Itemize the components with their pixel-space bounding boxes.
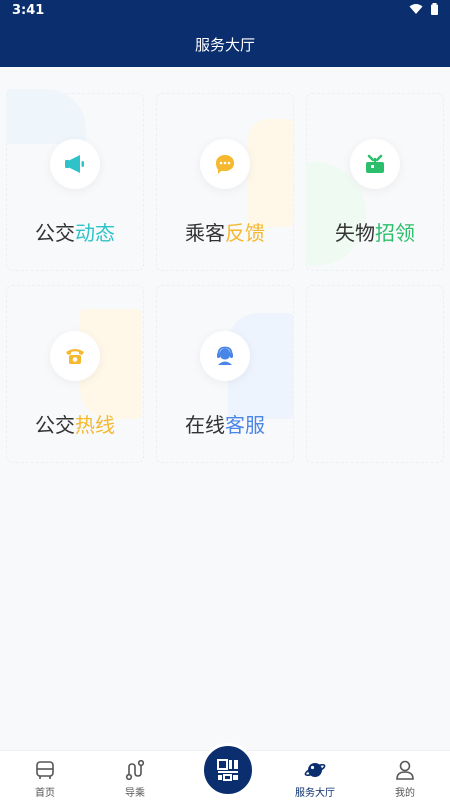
planet-icon — [304, 763, 326, 777]
chat-bubble-icon — [200, 139, 250, 189]
service-grid: 公交动态 乘客反馈 失物招领 公交热线 在线客服 — [0, 67, 450, 750]
tile-background — [306, 285, 444, 463]
page-title: 服务大厅 — [194, 36, 255, 54]
service-label: 失物招领 — [300, 217, 450, 246]
megaphone-icon — [50, 139, 100, 189]
telephone-icon — [50, 331, 100, 381]
service-label: 在线客服 — [150, 409, 300, 438]
qr-scan-button[interactable] — [201, 743, 255, 797]
bottom-nav: 首页 导乘 服务大厅 我的 — [0, 743, 450, 802]
nav-home[interactable]: 首页 — [10, 759, 80, 799]
label-accent: 反馈 — [225, 221, 265, 245]
status-bar: 3:41 — [0, 0, 450, 22]
label-plain: 公交 — [35, 221, 75, 245]
customer-service-icon — [200, 331, 250, 381]
route-icon — [125, 759, 145, 781]
label-accent: 客服 — [225, 413, 265, 437]
empty-tile — [300, 279, 450, 469]
label-accent: 热线 — [75, 413, 115, 437]
nav-profile[interactable]: 我的 — [370, 759, 440, 799]
service-lost-and-found[interactable]: 失物招领 — [300, 87, 450, 277]
tile-decoration — [248, 119, 293, 227]
bus-icon — [36, 761, 54, 779]
nav-label: 服务大厅 — [295, 788, 335, 799]
qr-scan-icon — [217, 759, 238, 781]
battery-icon — [431, 3, 438, 15]
label-accent: 招领 — [375, 221, 415, 245]
service-bus-status[interactable]: 公交动态 — [0, 87, 150, 277]
label-plain: 失物 — [335, 221, 375, 245]
box-icon — [350, 139, 400, 189]
user-icon — [396, 760, 414, 780]
service-label: 乘客反馈 — [150, 217, 300, 246]
label-plain: 在线 — [185, 413, 225, 437]
service-label: 公交热线 — [0, 409, 150, 438]
label-plain: 乘客 — [185, 221, 225, 245]
nav-label: 导乘 — [125, 788, 145, 799]
service-online-support[interactable]: 在线客服 — [150, 279, 300, 469]
label-accent: 动态 — [75, 221, 115, 245]
service-bus-hotline[interactable]: 公交热线 — [0, 279, 150, 469]
status-time: 3:41 — [12, 3, 45, 18]
status-icons — [409, 3, 438, 15]
wifi-icon — [409, 4, 423, 14]
label-plain: 公交 — [35, 413, 75, 437]
nav-guide[interactable]: 导乘 — [100, 759, 170, 799]
nav-label: 首页 — [35, 788, 55, 799]
nav-service-hall[interactable]: 服务大厅 — [280, 759, 350, 799]
page-header: 服务大厅 — [0, 22, 450, 67]
nav-label: 我的 — [395, 788, 415, 799]
service-label: 公交动态 — [0, 217, 150, 246]
service-passenger-feedback[interactable]: 乘客反馈 — [150, 87, 300, 277]
